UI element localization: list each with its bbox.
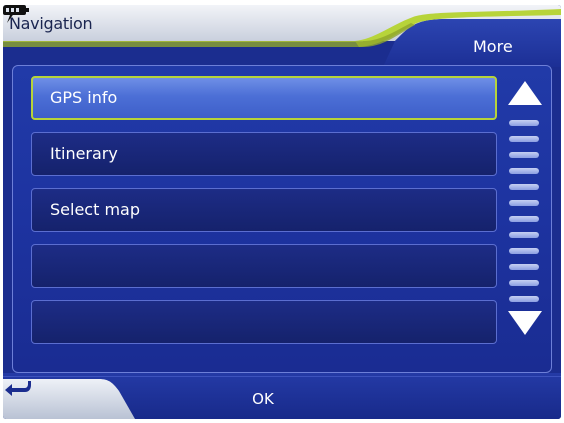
menu-item-gps-info[interactable]: GPS info (31, 76, 497, 120)
scrollbar-tick (509, 168, 539, 174)
scrollbar-tick (509, 264, 539, 270)
arrow-up-icon[interactable] (505, 78, 545, 108)
scrollbar-track[interactable] (509, 120, 539, 304)
scrollbar-tick (509, 248, 539, 254)
header-bar: Navigation More (3, 5, 561, 67)
menu-item-itinerary[interactable]: Itinerary (31, 132, 497, 176)
more-tab[interactable]: More (473, 37, 513, 56)
battery-icon (3, 5, 29, 15)
back-button[interactable] (3, 379, 123, 419)
scrollbar-tick (509, 152, 539, 158)
scrollbar-tick (509, 296, 539, 302)
page-title: Navigation (9, 14, 93, 33)
scrollbar-tick (509, 232, 539, 238)
device-screen: Navigation More GPS info Itinerary Selec… (3, 5, 561, 419)
arrow-down-icon[interactable] (505, 308, 545, 338)
return-arrow-icon (5, 381, 31, 396)
scrollbar-tick (509, 216, 539, 222)
scrollbar-tick (509, 280, 539, 286)
scrollbar-tick (509, 120, 539, 126)
menu-item-select-map[interactable]: Select map (31, 188, 497, 232)
scrollbar-tick (509, 200, 539, 206)
menu-list: GPS info Itinerary Select map (31, 76, 497, 356)
menu-item-empty-4[interactable] (31, 244, 497, 288)
ok-button[interactable]: OK (223, 381, 303, 417)
menu-panel: GPS info Itinerary Select map (12, 65, 552, 373)
scrollbar-tick (509, 184, 539, 190)
bottom-bar: OK (3, 373, 561, 419)
menu-item-empty-5[interactable] (31, 300, 497, 344)
scrollbar-tick (509, 136, 539, 142)
